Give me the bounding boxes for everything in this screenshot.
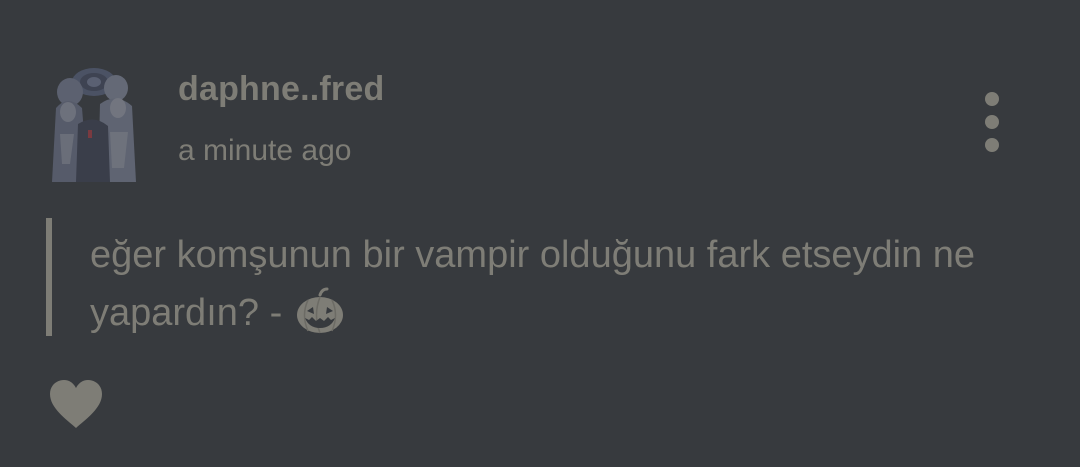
avatar-image	[52, 68, 136, 182]
author-name[interactable]: daphne..fred	[178, 70, 384, 109]
heart-icon	[50, 380, 102, 428]
post-card: daphne..fred a minute ago eğer komşunun …	[0, 0, 1080, 467]
like-button[interactable]	[48, 378, 104, 430]
more-options-button[interactable]	[972, 86, 1012, 158]
post-timestamp: a minute ago	[178, 134, 352, 167]
post-body: eğer komşunun bir vampir olduğunu fark e…	[90, 226, 990, 342]
avatar[interactable]	[48, 64, 138, 182]
post-body-text: eğer komşunun bir vampir olduğunu fark e…	[90, 234, 976, 334]
jack-o-lantern-icon	[295, 287, 345, 335]
quote-bar	[46, 218, 52, 336]
